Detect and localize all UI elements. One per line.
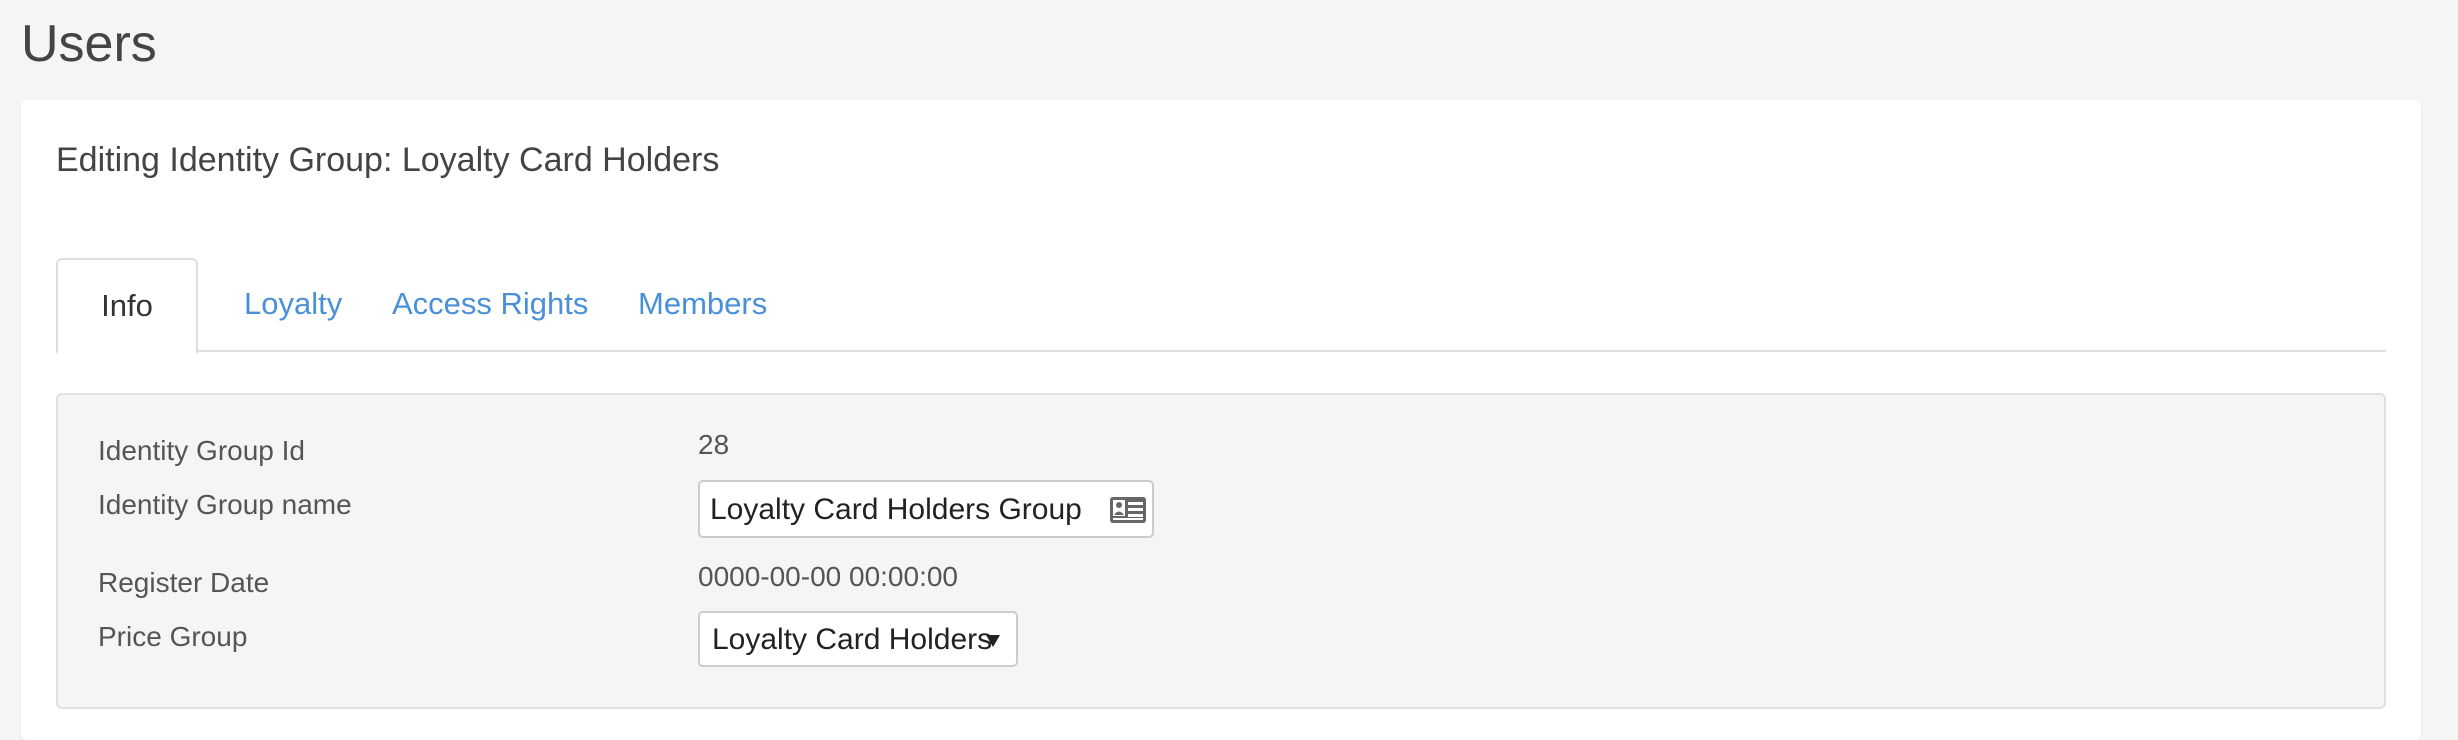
price-group-select[interactable]: Loyalty Card Holders [698, 611, 1018, 667]
caret-down-icon [986, 635, 1000, 647]
panel-heading: Editing Identity Group: Loyalty Card Hol… [56, 141, 720, 179]
price-group-selected: Loyalty Card Holders [712, 623, 993, 656]
identity-group-name-label: Identity Group name [98, 489, 352, 520]
tab-loyalty[interactable]: Loyalty [244, 258, 342, 352]
tab-bar: Info Loyalty Access Rights Members [56, 258, 2386, 354]
register-date-value: 0000-00-00 00:00:00 [698, 561, 958, 592]
id-card-icon[interactable] [1109, 496, 1147, 524]
identity-group-name-input[interactable]: Loyalty Card Holders Group [698, 480, 1154, 538]
identity-group-name-value: Loyalty Card Holders Group [710, 493, 1082, 526]
tab-access-rights[interactable]: Access Rights [392, 258, 588, 352]
price-group-label: Price Group [98, 621, 248, 652]
edit-panel: Editing Identity Group: Loyalty Card Hol… [21, 100, 2421, 740]
identity-group-id-value: 28 [698, 429, 730, 460]
tab-info[interactable]: Info [56, 258, 198, 354]
register-date-label: Register Date [98, 567, 270, 598]
info-section: Identity Group Id 28 Identity Group name… [56, 393, 2386, 709]
tab-members[interactable]: Members [638, 258, 767, 352]
identity-group-id-label: Identity Group Id [98, 435, 306, 466]
page-title: Users [21, 15, 157, 73]
